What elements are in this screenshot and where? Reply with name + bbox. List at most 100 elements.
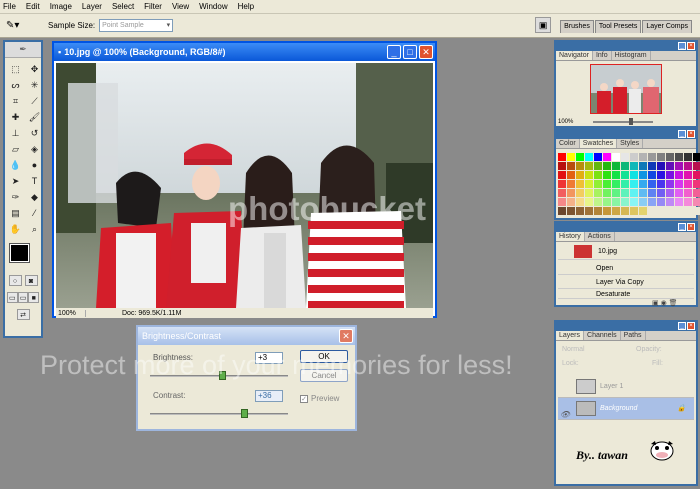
layer-row-selected[interactable]: 👁 Background 🔒 [558,398,694,420]
color-swatch[interactable] [648,189,656,197]
contrast-slider-thumb[interactable] [240,409,248,418]
color-swatch[interactable] [648,171,656,179]
quick-mask-icon[interactable]: ◙ [24,275,38,286]
color-swatch[interactable] [585,171,593,179]
color-swatch[interactable] [639,198,647,206]
delete-state-icon[interactable]: 🗑 [669,300,678,307]
layer-row[interactable]: Layer 1 [558,376,694,398]
color-swatch[interactable] [693,180,700,188]
tab-paths[interactable]: Paths [621,331,646,340]
color-swatch[interactable] [567,189,575,197]
lasso-tool-icon[interactable]: ᔕ [7,78,24,92]
color-swatch[interactable] [594,207,602,215]
color-swatch[interactable] [585,180,593,188]
dialog-close-button[interactable]: ✕ [339,329,353,343]
color-swatch[interactable] [603,207,611,215]
color-swatch[interactable] [567,162,575,170]
color-swatch[interactable] [612,171,620,179]
pen-tool-icon[interactable]: ✑ [7,190,24,204]
healing-brush-icon[interactable]: ✚ [7,110,24,124]
color-swatch[interactable] [639,162,647,170]
color-swatch[interactable] [684,153,692,161]
color-swatch[interactable] [621,207,629,215]
color-swatch[interactable] [576,189,584,197]
history-snapshot[interactable]: 10.jpg [558,244,694,260]
color-swatch[interactable] [621,162,629,170]
palette-minimize-icon[interactable]: _ [678,42,686,50]
color-swatch[interactable] [684,189,692,197]
color-swatch[interactable] [657,162,665,170]
color-swatch[interactable] [675,180,683,188]
color-swatch[interactable] [567,180,575,188]
color-swatch[interactable] [648,153,656,161]
cancel-button[interactable]: Cancel [300,369,348,382]
color-swatch[interactable] [603,171,611,179]
color-swatch[interactable] [684,171,692,179]
type-tool-icon[interactable]: T [26,174,43,188]
color-swatch[interactable] [603,189,611,197]
color-swatch[interactable] [666,198,674,206]
color-swatch[interactable] [594,153,602,161]
brush-tool-icon[interactable]: 🖌 [26,110,43,124]
menu-view[interactable]: View [172,2,189,11]
contrast-slider[interactable] [150,413,288,415]
history-item[interactable]: Desaturate [558,290,694,299]
color-swatch[interactable] [657,153,665,161]
history-brush-icon[interactable]: ↺ [26,126,43,140]
color-swatch[interactable] [585,162,593,170]
new-document-icon[interactable]: ▣ [652,300,659,307]
ok-button[interactable]: OK [300,350,348,363]
color-swatch[interactable] [576,180,584,188]
color-swatch[interactable] [603,198,611,206]
magic-wand-icon[interactable]: ✳ [26,78,43,92]
color-swatch[interactable] [639,153,647,161]
color-swatch[interactable] [585,198,593,206]
color-swatch[interactable] [666,180,674,188]
history-item[interactable]: Open [558,262,694,275]
blend-mode-select[interactable]: Normal [562,346,585,353]
color-swatch[interactable] [567,171,575,179]
color-swatch[interactable] [603,180,611,188]
color-swatch[interactable] [684,207,692,215]
slice-tool-icon[interactable]: ⟋ [26,94,43,108]
color-swatch[interactable] [567,153,575,161]
color-swatch[interactable] [693,171,700,179]
palette-minimize-icon[interactable]: _ [678,130,686,138]
palette-minimize-icon[interactable]: _ [678,223,686,231]
new-snapshot-icon[interactable]: ◉ [661,300,667,307]
zoom-tool-icon[interactable]: ⌕ [26,222,43,236]
color-swatch[interactable] [666,207,674,215]
color-swatch[interactable] [666,189,674,197]
menu-file[interactable]: File [3,2,16,11]
tab-layers[interactable]: Layers [556,331,585,340]
color-swatch[interactable] [675,207,683,215]
color-swatch[interactable] [684,162,692,170]
color-swatch[interactable] [576,207,584,215]
color-swatch[interactable] [621,153,629,161]
screen-mode-full-menu-icon[interactable]: ▭ [17,292,29,303]
hand-tool-icon[interactable]: ✋ [7,222,24,236]
menu-select[interactable]: Select [112,2,134,11]
navigator-thumbnail[interactable] [590,64,662,114]
shape-tool-icon[interactable]: ◆ [26,190,43,204]
color-swatch[interactable] [576,198,584,206]
clone-stamp-icon[interactable]: ⊥ [7,126,24,140]
color-swatch[interactable] [621,198,629,206]
color-swatch[interactable] [684,180,692,188]
menu-edit[interactable]: Edit [26,2,40,11]
tab-swatches[interactable]: Swatches [579,139,618,148]
color-swatch[interactable] [639,171,647,179]
standard-mode-icon[interactable]: ○ [8,275,22,286]
preview-checkbox[interactable]: ✓ [300,394,308,403]
color-swatch[interactable] [594,162,602,170]
tab-navigator[interactable]: Navigator [556,51,593,60]
color-swatch[interactable] [576,153,584,161]
color-swatch[interactable] [693,198,700,206]
color-swatch[interactable] [558,171,566,179]
color-swatch[interactable] [576,171,584,179]
color-swatch[interactable] [630,207,638,215]
color-swatch[interactable] [693,189,700,197]
color-swatch[interactable] [558,153,566,161]
brightness-input[interactable]: +3 [255,352,283,364]
tab-styles[interactable]: Styles [617,139,644,148]
